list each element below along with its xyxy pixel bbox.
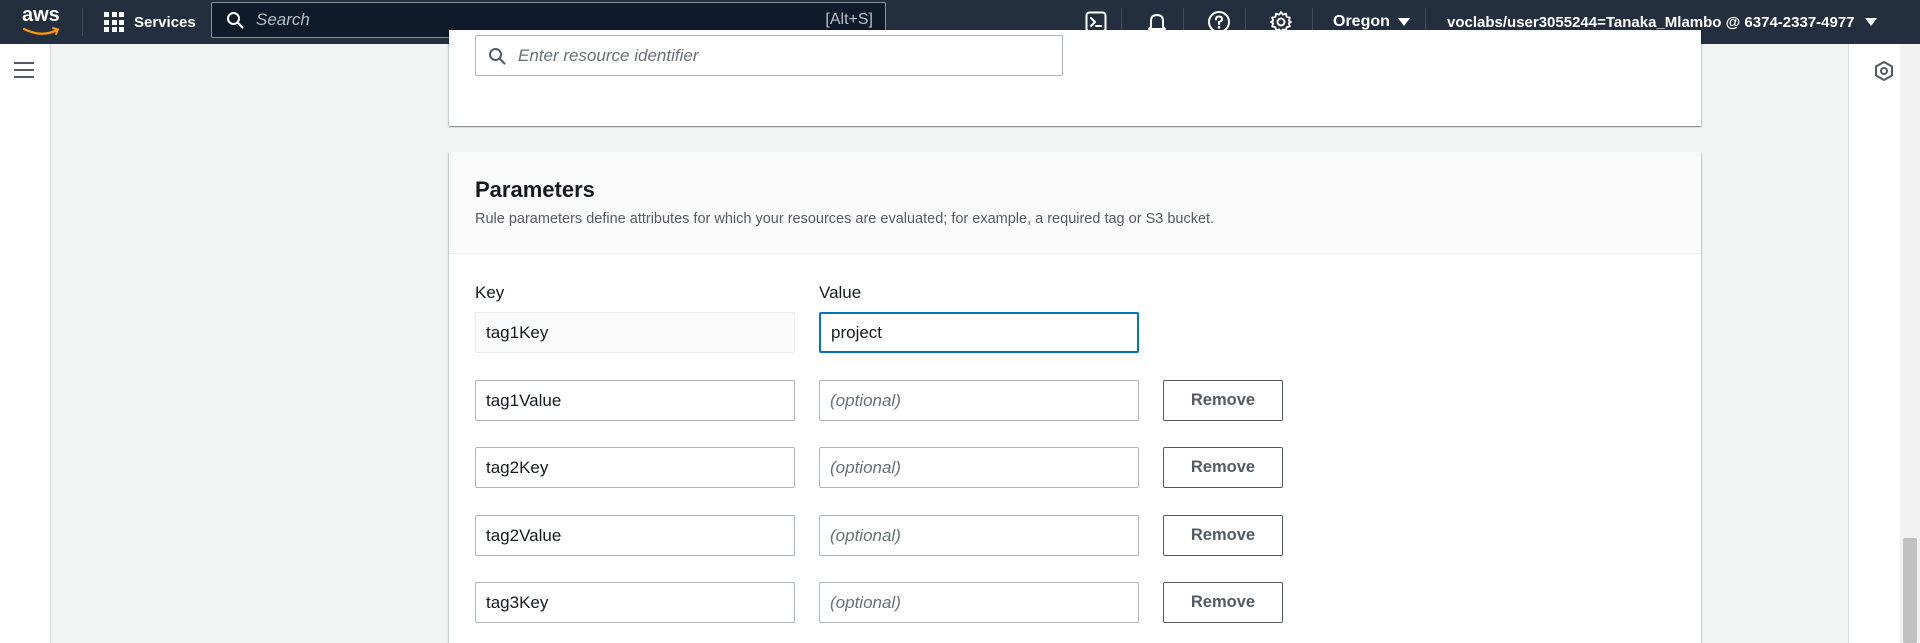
aws-logo[interactable]: aws <box>22 4 64 40</box>
region-label: Oregon <box>1333 13 1390 30</box>
remove-parameter-button[interactable]: Remove <box>1163 380 1283 421</box>
left-navigation-drawer <box>0 44 51 643</box>
search-icon <box>227 12 244 29</box>
caret-down-icon <box>1864 18 1877 26</box>
parameter-value-input[interactable] <box>819 380 1139 421</box>
page-scrollbar-thumb[interactable] <box>1903 538 1917 643</box>
value-column-label: Value <box>819 283 862 302</box>
parameters-header: Parameters Rule parameters define attrib… <box>449 152 1701 254</box>
hamburger-menu-icon[interactable] <box>14 62 34 78</box>
services-label: Services <box>134 13 196 31</box>
resource-identifier-field[interactable] <box>475 35 1063 76</box>
parameter-value-input[interactable] <box>819 515 1139 556</box>
parameters-title: Parameters <box>475 177 595 202</box>
resource-identifier-input[interactable] <box>518 45 1062 66</box>
parameters-description: Rule parameters define attributes for wh… <box>475 211 1215 227</box>
account-label: voclabs/user3055244=Tanaka_Mlambo @ 6374… <box>1447 13 1855 31</box>
nav-divider <box>82 8 83 36</box>
services-menu-button[interactable]: Services <box>104 0 196 44</box>
search-input[interactable] <box>256 10 826 30</box>
caret-down-icon <box>1397 18 1410 26</box>
remove-parameter-button[interactable]: Remove <box>1163 582 1283 623</box>
parameter-value-input[interactable] <box>819 312 1139 353</box>
grid-icon <box>104 12 124 32</box>
parameter-value-input[interactable] <box>819 447 1139 488</box>
parameter-key-input[interactable] <box>475 447 795 488</box>
key-column-label: Key <box>475 283 505 302</box>
search-shortcut-hint: [Alt+S] <box>825 11 873 28</box>
remove-parameter-button[interactable]: Remove <box>1163 447 1283 488</box>
info-panel-icon[interactable] <box>1873 60 1895 82</box>
parameter-key-input <box>475 312 795 353</box>
aws-smile-icon <box>23 27 60 35</box>
parameter-key-input[interactable] <box>475 380 795 421</box>
aws-logo-text: aws <box>22 4 60 26</box>
search-icon <box>489 47 506 64</box>
parameter-key-input[interactable] <box>475 582 795 623</box>
parameter-value-input[interactable] <box>819 582 1139 623</box>
parameter-key-input[interactable] <box>475 515 795 556</box>
remove-parameter-button[interactable]: Remove <box>1163 515 1283 556</box>
